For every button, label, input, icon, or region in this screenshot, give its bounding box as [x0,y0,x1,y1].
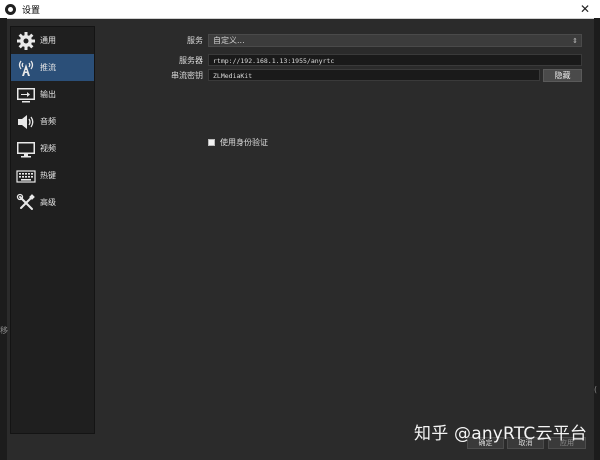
keyboard-icon [15,166,37,186]
gear-icon [15,31,37,51]
service-select[interactable]: 自定义... ⇕ [208,34,582,47]
title-bar: 设置 ✕ [0,0,600,19]
close-icon[interactable]: ✕ [580,2,590,16]
background-text-left: 移 [0,326,8,335]
sidebar-item-stream[interactable]: 推流 [11,54,94,81]
tools-icon [15,193,37,213]
monitor-icon [15,139,37,159]
watermark-text: 知乎 @anyRTC云平台 [414,424,588,444]
settings-sidebar: 通用 推流 输出 音频 视频 热键 高级 [10,26,95,434]
antenna-icon [15,58,37,78]
stream-key-label: 串流密钥 [171,71,203,80]
sidebar-item-label: 推流 [40,63,56,72]
auth-checkbox-row[interactable]: 使用身份验证 [208,137,268,148]
sidebar-item-label: 输出 [40,90,56,99]
window-title: 设置 [22,5,41,16]
background-window-left [0,18,7,460]
use-auth-label: 使用身份验证 [220,138,268,147]
stream-key-input[interactable]: ZLMediaKit [208,69,540,81]
sidebar-item-label: 高级 [40,198,56,207]
service-label: 服务 [187,36,203,45]
obs-logo-icon [5,3,16,15]
sidebar-item-audio[interactable]: 音频 [11,108,94,135]
use-auth-checkbox[interactable] [208,139,215,146]
sidebar-item-hotkeys[interactable]: 热键 [11,162,94,189]
sidebar-item-label: 视频 [40,144,56,153]
monitor-output-icon [15,85,37,105]
background-text-right: ( [594,385,598,394]
sidebar-item-label: 通用 [40,36,56,45]
sidebar-item-advanced[interactable]: 高级 [11,189,94,216]
hide-key-button[interactable]: 隐藏 [543,69,582,82]
sidebar-item-output[interactable]: 输出 [11,81,94,108]
sidebar-item-label: 热键 [40,171,56,180]
server-input[interactable]: rtmp://192.168.1.13:1955/anyrtc [208,54,582,66]
server-label: 服务器 [179,56,203,65]
updown-arrow-icon: ⇕ [572,37,578,45]
sidebar-item-video[interactable]: 视频 [11,135,94,162]
sidebar-item-label: 音频 [40,117,56,126]
sidebar-item-general[interactable]: 通用 [11,27,94,54]
speaker-icon [15,112,37,132]
service-select-value: 自定义... [213,36,245,45]
